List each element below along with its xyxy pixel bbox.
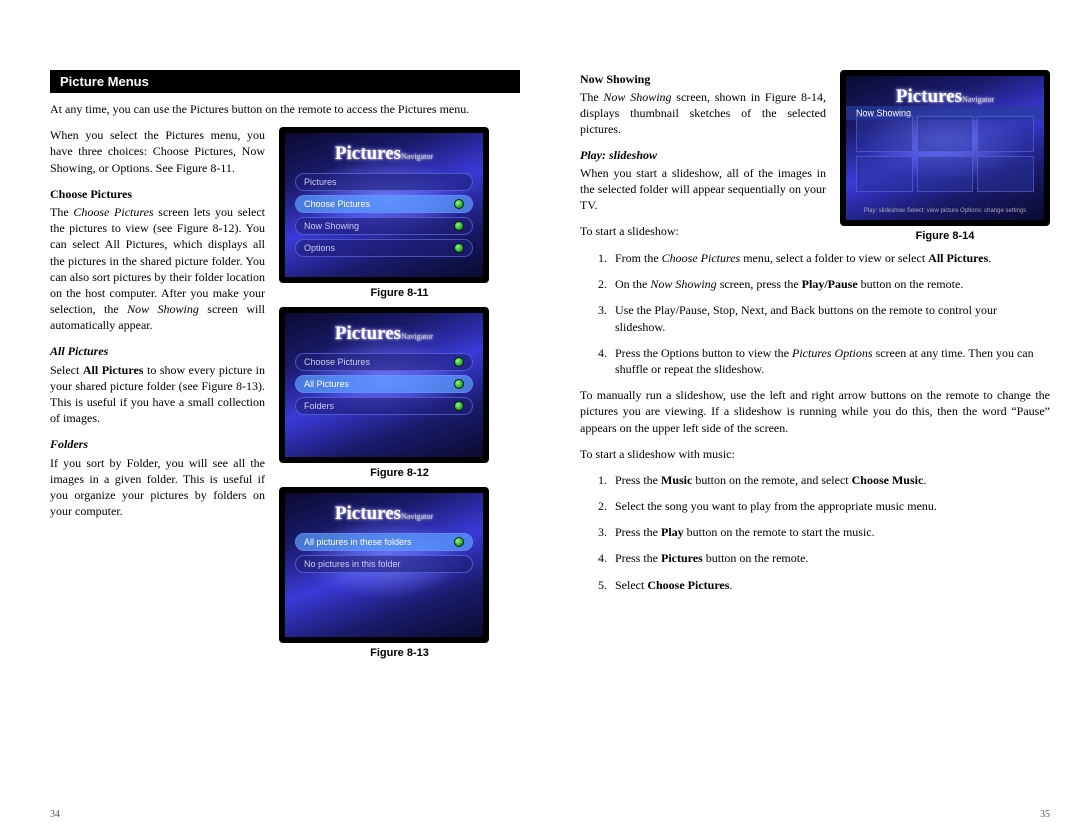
list-item: Press the Options button to view the Pic… [610, 345, 1050, 377]
all-pictures-paragraph: Select All Pictures to show every pictur… [50, 362, 265, 427]
all-pictures-heading: All Pictures [50, 343, 265, 359]
menu-item: Folders [295, 397, 473, 415]
fig-menu: Choose Pictures All Pictures Folders [295, 353, 473, 419]
figure-caption: Figure 8-11 [279, 287, 520, 299]
page-left: Picture Menus At any time, you can use t… [50, 70, 520, 810]
menu-item: Now Showing [295, 217, 473, 235]
menu-item: Choose Pictures [295, 195, 473, 213]
list-item: Use the Play/Pause, Stop, Next, and Back… [610, 302, 1050, 334]
menu-item: All pictures in these folders [295, 533, 473, 551]
figure-8-13: PicturesNavigator All pictures in these … [279, 487, 489, 643]
folders-paragraph: If you sort by Folder, you will see all … [50, 455, 265, 520]
figure-8-11: PicturesNavigator Pictures Choose Pictur… [279, 127, 489, 283]
music-steps: Press the Music button on the remote, an… [580, 472, 1050, 593]
play-icon [454, 243, 464, 253]
page-number: 35 [1040, 809, 1050, 820]
figures-column: PicturesNavigator Pictures Choose Pictur… [279, 127, 520, 667]
choose-pictures-paragraph: The Choose Pictures screen lets you sele… [50, 204, 265, 334]
play-icon [454, 221, 464, 231]
manual-slideshow-paragraph: To manually run a slideshow, use the lef… [580, 387, 1050, 436]
music-intro: To start a slideshow with music: [580, 446, 1050, 462]
two-column-block: When you select the Pictures menu, you h… [50, 127, 520, 667]
list-item: On the Now Showing screen, press the Pla… [610, 276, 1050, 292]
menu-item: All Pictures [295, 375, 473, 393]
figure-8-12: PicturesNavigator Choose Pictures All Pi… [279, 307, 489, 463]
figure-caption: Figure 8-13 [279, 647, 520, 659]
list-item: Press the Pictures button on the remote. [610, 550, 1050, 566]
play-icon [454, 357, 464, 367]
figure-8-14-wrap: PicturesNavigator Now Showing Play: slid… [840, 70, 1050, 250]
list-item: Select the song you want to play from th… [610, 498, 1050, 514]
left-text-column: When you select the Pictures menu, you h… [50, 127, 265, 667]
section-heading: Picture Menus [50, 70, 520, 93]
fig-footer: Play: slideshow Select: view picture Opt… [846, 208, 1044, 214]
menu-item: Pictures [295, 173, 473, 191]
fig-brand: PicturesNavigator [846, 86, 1044, 108]
figure-caption: Figure 8-12 [279, 467, 520, 479]
menu-intro: When you select the Pictures menu, you h… [50, 127, 265, 176]
thumbnail-grid [856, 116, 1034, 192]
list-item: From the Choose Pictures menu, select a … [610, 250, 1050, 266]
fig-brand: PicturesNavigator [285, 503, 483, 525]
intro-paragraph: At any time, you can use the Pictures bu… [50, 101, 520, 117]
fig-menu: Pictures Choose Pictures Now Showing Opt… [295, 173, 473, 261]
play-icon [454, 537, 464, 547]
figure-8-14: PicturesNavigator Now Showing Play: slid… [840, 70, 1050, 226]
slideshow-steps: From the Choose Pictures menu, select a … [580, 250, 1050, 377]
folders-heading: Folders [50, 436, 265, 452]
fig-brand: PicturesNavigator [285, 323, 483, 345]
list-item: Select Choose Pictures. [610, 577, 1050, 593]
menu-item: Choose Pictures [295, 353, 473, 371]
page-number: 34 [50, 809, 60, 820]
play-icon [454, 379, 464, 389]
menu-item: No pictures in this folder [295, 555, 473, 573]
figure-caption: Figure 8-14 [840, 230, 1050, 242]
choose-pictures-heading: Choose Pictures [50, 186, 265, 202]
fig-brand: PicturesNavigator [285, 143, 483, 165]
list-item: Press the Play button on the remote to s… [610, 524, 1050, 540]
page-right: PicturesNavigator Now Showing Play: slid… [580, 70, 1050, 810]
menu-item: Options [295, 239, 473, 257]
play-icon [454, 199, 464, 209]
list-item: Press the Music button on the remote, an… [610, 472, 1050, 488]
fig-menu: All pictures in these folders No picture… [295, 533, 473, 577]
play-icon [454, 401, 464, 411]
